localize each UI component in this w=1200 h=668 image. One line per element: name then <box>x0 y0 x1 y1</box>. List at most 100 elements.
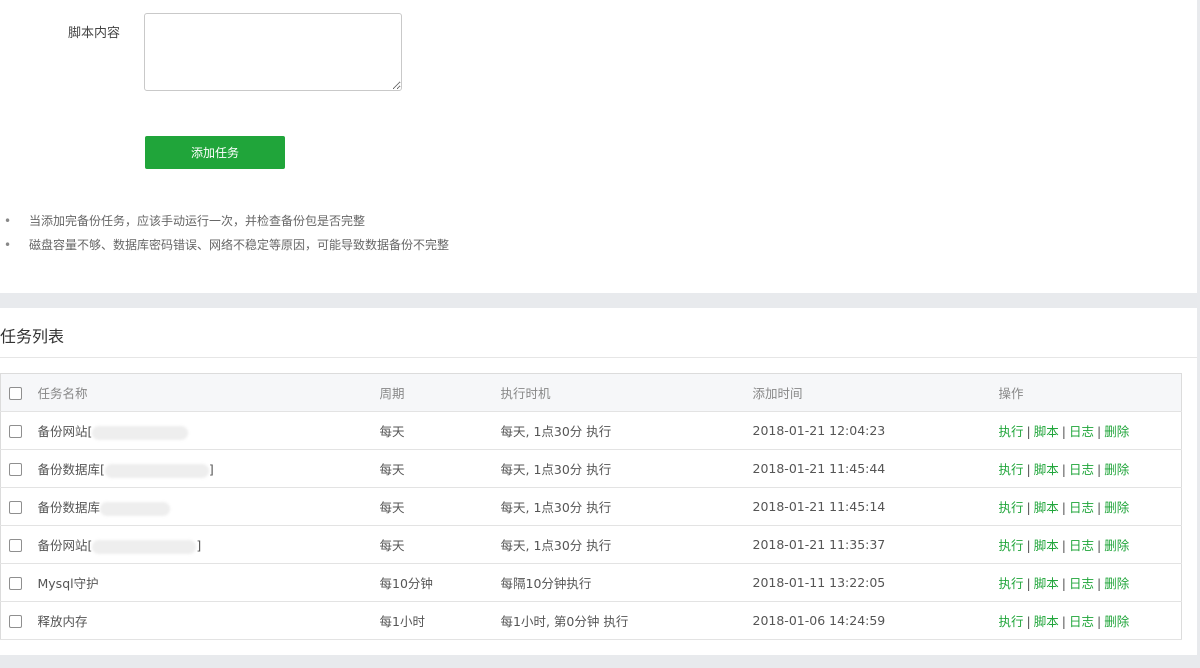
task-name: Mysql守护 <box>37 576 99 591</box>
note-item: • 当添加完备份任务，应该手动运行一次，并检查备份包是否完整 <box>0 211 449 235</box>
script-content-textarea[interactable] <box>144 13 402 91</box>
redacted-text <box>104 463 209 478</box>
log-link[interactable]: 日志 <box>1069 500 1094 515</box>
select-all-checkbox[interactable] <box>9 387 22 400</box>
script-link[interactable]: 脚本 <box>1034 500 1059 515</box>
row-checkbox[interactable] <box>9 425 22 438</box>
table-row: Mysql守护 每10分钟 每隔10分钟执行 2018-01-11 13:22:… <box>0 563 1182 602</box>
task-exec-time: 每天, 1点30分 执行 <box>500 411 753 450</box>
table-row: 释放内存 每1小时 每1小时, 第0分钟 执行 2018-01-06 14:24… <box>0 601 1182 640</box>
row-select-cell <box>0 411 38 450</box>
run-link[interactable]: 执行 <box>999 538 1024 553</box>
redacted-text <box>92 425 189 440</box>
row-select-cell <box>0 449 38 488</box>
task-added-time: 2018-01-06 14:24:59 <box>752 601 999 640</box>
bullet-icon: • <box>4 238 12 252</box>
table-row: 备份网站[ 每天 每天, 1点30分 执行 2018-01-21 12:04:2… <box>0 411 1182 450</box>
task-name: 释放内存 <box>37 614 88 629</box>
run-link[interactable]: 执行 <box>999 462 1024 477</box>
delete-link[interactable]: 删除 <box>1104 500 1129 515</box>
task-exec-time: 每天, 1点30分 执行 <box>500 525 753 564</box>
delete-link[interactable]: 删除 <box>1104 424 1129 439</box>
log-link[interactable]: 日志 <box>1069 538 1094 553</box>
script-link[interactable]: 脚本 <box>1034 576 1059 591</box>
script-content-label: 脚本内容 <box>68 26 121 41</box>
log-link[interactable]: 日志 <box>1069 424 1094 439</box>
script-link[interactable]: 脚本 <box>1034 462 1059 477</box>
header-task-name: 任务名称 <box>37 373 380 412</box>
task-cycle: 每10分钟 <box>379 563 501 602</box>
log-link[interactable]: 日志 <box>1069 614 1094 629</box>
task-name: 备份网站[ <box>37 424 93 439</box>
header-select-all-cell <box>0 373 38 412</box>
script-link[interactable]: 脚本 <box>1034 424 1059 439</box>
bullet-icon: • <box>4 214 12 228</box>
task-added-time: 2018-01-21 11:45:44 <box>752 449 999 488</box>
header-actions: 操作 <box>998 373 1182 412</box>
task-cycle: 每1小时 <box>379 601 501 640</box>
header-cycle: 周期 <box>379 373 501 412</box>
row-select-cell <box>0 601 38 640</box>
task-name-cell: 释放内存 <box>37 601 380 640</box>
row-checkbox[interactable] <box>9 501 22 514</box>
task-actions: 执行 | 脚本 | 日志 | 删除 <box>998 525 1182 564</box>
task-actions: 执行 | 脚本 | 日志 | 删除 <box>998 487 1182 526</box>
title-divider <box>0 357 1197 358</box>
row-select-cell <box>0 525 38 564</box>
task-actions: 执行 | 脚本 | 日志 | 删除 <box>998 563 1182 602</box>
task-list-title: 任务列表 <box>0 327 65 346</box>
redacted-text <box>100 501 171 516</box>
delete-link[interactable]: 删除 <box>1104 538 1129 553</box>
row-select-cell <box>0 487 38 526</box>
table-row: 备份数据库 每天 每天, 1点30分 执行 2018-01-21 11:45:1… <box>0 487 1182 526</box>
row-checkbox[interactable] <box>9 463 22 476</box>
task-added-time: 2018-01-21 11:45:14 <box>752 487 999 526</box>
row-checkbox[interactable] <box>9 615 22 628</box>
run-link[interactable]: 执行 <box>999 576 1024 591</box>
task-cycle: 每天 <box>379 525 501 564</box>
task-exec-time: 每天, 1点30分 执行 <box>500 449 753 488</box>
delete-link[interactable]: 删除 <box>1104 576 1129 591</box>
delete-link[interactable]: 删除 <box>1104 614 1129 629</box>
task-name: 备份数据库[ <box>37 462 105 477</box>
task-name-cell: Mysql守护 <box>37 563 380 602</box>
notes-list: • 当添加完备份任务，应该手动运行一次，并检查备份包是否完整 • 磁盘容量不够、数据… <box>0 211 449 259</box>
task-added-time: 2018-01-11 13:22:05 <box>752 563 999 602</box>
task-name-cell: 备份数据库[] <box>37 449 380 488</box>
table-row: 备份网站[] 每天 每天, 1点30分 执行 2018-01-21 11:35:… <box>0 525 1182 564</box>
run-link[interactable]: 执行 <box>999 424 1024 439</box>
row-checkbox[interactable] <box>9 577 22 590</box>
task-exec-time: 每隔10分钟执行 <box>500 563 753 602</box>
task-actions: 执行 | 脚本 | 日志 | 删除 <box>998 601 1182 640</box>
task-actions: 执行 | 脚本 | 日志 | 删除 <box>998 449 1182 488</box>
redacted-text <box>92 539 197 554</box>
task-exec-time: 每1小时, 第0分钟 执行 <box>500 601 753 640</box>
row-select-cell <box>0 563 38 602</box>
task-cycle: 每天 <box>379 411 501 450</box>
table-header-row: 任务名称 周期 执行时机 添加时间 操作 <box>0 373 1182 412</box>
task-added-time: 2018-01-21 11:35:37 <box>752 525 999 564</box>
task-table: 任务名称 周期 执行时机 添加时间 操作 备份网站[ 每天 每天, 1点30分 … <box>0 373 1182 640</box>
run-link[interactable]: 执行 <box>999 500 1024 515</box>
task-added-time: 2018-01-21 12:04:23 <box>752 411 999 450</box>
task-name: 备份数据库 <box>37 500 101 515</box>
script-link[interactable]: 脚本 <box>1034 614 1059 629</box>
note-item: • 磁盘容量不够、数据库密码错误、网络不稳定等原因，可能导致数据备份不完整 <box>0 235 449 259</box>
header-added-time: 添加时间 <box>752 373 999 412</box>
log-link[interactable]: 日志 <box>1069 462 1094 477</box>
task-cycle: 每天 <box>379 487 501 526</box>
delete-link[interactable]: 删除 <box>1104 462 1129 477</box>
table-row: 备份数据库[] 每天 每天, 1点30分 执行 2018-01-21 11:45… <box>0 449 1182 488</box>
task-actions: 执行 | 脚本 | 日志 | 删除 <box>998 411 1182 450</box>
task-name-cell: 备份数据库 <box>37 487 380 526</box>
header-exec-time: 执行时机 <box>500 373 753 412</box>
task-name-cell: 备份网站[] <box>37 525 380 564</box>
task-name-suffix: ] <box>208 462 214 477</box>
row-checkbox[interactable] <box>9 539 22 552</box>
task-name-cell: 备份网站[ <box>37 411 380 450</box>
add-task-button[interactable]: 添加任务 <box>145 136 285 169</box>
run-link[interactable]: 执行 <box>999 614 1024 629</box>
task-list-panel: 任务列表 任务名称 周期 执行时机 添加时间 操作 备份网站[ 每天 每天, 1… <box>0 308 1197 655</box>
script-link[interactable]: 脚本 <box>1034 538 1059 553</box>
log-link[interactable]: 日志 <box>1069 576 1094 591</box>
